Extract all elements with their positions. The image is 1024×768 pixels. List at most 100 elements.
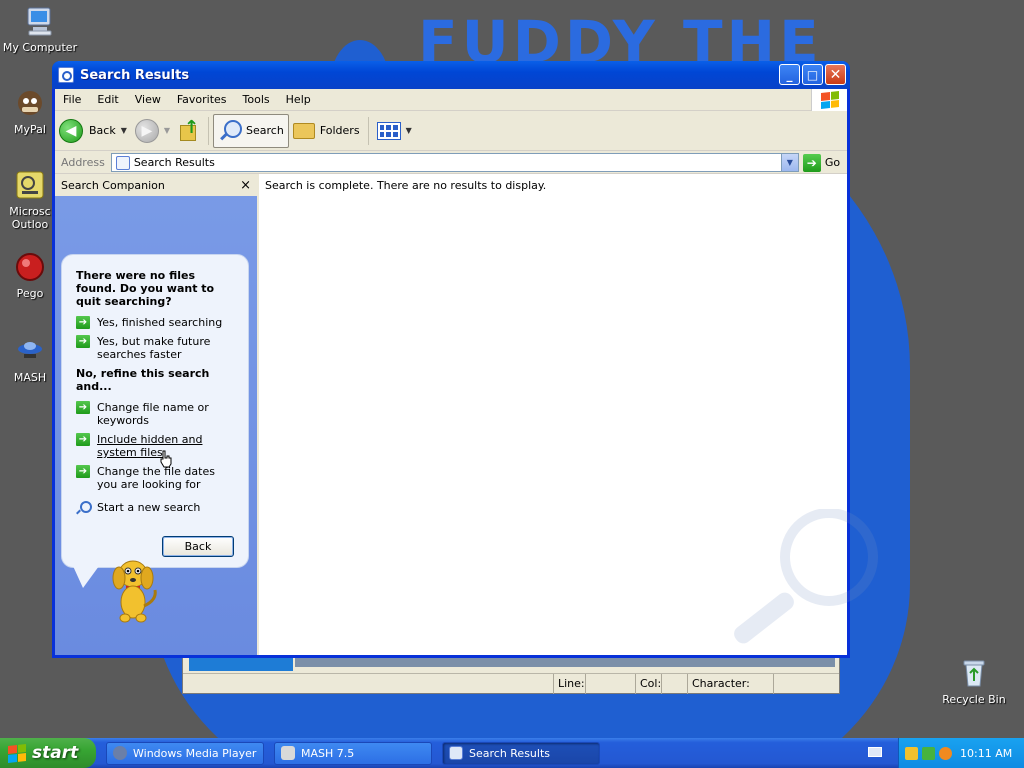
rover-dog-icon [112, 560, 157, 623]
system-tray: 10:11 AM [898, 738, 1024, 768]
desktop-icon-label: MASH [13, 371, 47, 384]
companion-back-button[interactable]: Back [162, 536, 234, 557]
chevron-down-icon[interactable]: ▼ [164, 126, 170, 135]
search-label: Search [246, 124, 284, 137]
task-mash[interactable]: MASH 7.5 [274, 741, 432, 765]
menu-tools[interactable]: Tools [235, 90, 278, 110]
chevron-down-icon[interactable]: ▼ [406, 126, 412, 135]
forward-toolbar-button[interactable]: ▶ ▼ [131, 114, 174, 148]
folder-icon [292, 122, 315, 139]
views-toolbar-button[interactable]: ▼ [373, 114, 416, 148]
bubble-tail [73, 566, 99, 588]
chevron-down-icon[interactable]: ▼ [121, 126, 127, 135]
windows-logo-icon [811, 89, 847, 111]
desktop-icon-outlook[interactable]: Microsc Outloo [0, 168, 60, 231]
search-companion-header: Search Companion × [55, 174, 257, 196]
search-icon[interactable] [939, 746, 952, 760]
green-arrow-icon: ➔ [76, 433, 90, 446]
option-yes-finished[interactable]: ➔ Yes, finished searching [76, 316, 238, 329]
task-windows-media-player[interactable]: Windows Media Player [106, 741, 264, 765]
results-pane[interactable]: Search is complete. There are no results… [259, 174, 878, 655]
title-buttons: _ □ ✕ [779, 64, 846, 85]
clock[interactable]: 10:11 AM [960, 747, 1012, 760]
windows-logo-icon [8, 743, 26, 763]
desktop-icon-recycle-bin[interactable]: Recycle Bin [934, 656, 1014, 706]
desktop-icon-label: MyPal [14, 123, 46, 136]
menu-edit[interactable]: Edit [89, 90, 126, 110]
address-input[interactable]: Search Results ▼ [110, 153, 799, 172]
status-character-label: Character: [687, 674, 773, 694]
toolbar-separator [208, 116, 210, 145]
green-arrow-icon: ➔ [76, 401, 90, 414]
address-label: Address [61, 156, 105, 169]
minimize-button[interactable]: _ [779, 64, 800, 85]
folders-toolbar-button[interactable]: Folders [289, 114, 364, 148]
option-yes-faster[interactable]: ➔ Yes, but make future searches faster [76, 335, 238, 361]
no-files-heading: There were no files found. Do you want t… [76, 269, 215, 308]
back-toolbar-button[interactable]: ◀ Back ▼ [55, 114, 131, 148]
option-label: Start a new search [97, 501, 201, 514]
task-label: Search Results [469, 746, 551, 760]
mypal-icon [13, 86, 47, 120]
task-search-results[interactable]: Search Results [442, 741, 600, 765]
search-toolbar-button[interactable]: Search [213, 113, 289, 148]
address-bar: Address Search Results ▼ ➔ Go [55, 152, 847, 174]
menu-file[interactable]: File [55, 90, 89, 110]
network-icon[interactable] [922, 746, 935, 760]
close-button[interactable]: ✕ [825, 64, 846, 85]
computer-icon [23, 4, 57, 38]
desktop-icon-mash[interactable]: MASH [0, 334, 60, 384]
maximize-button[interactable]: □ [802, 64, 823, 85]
hand-cursor-icon [160, 450, 172, 468]
desktop-icon-label: Microsc Outloo [9, 205, 51, 231]
desktop-icon-mypal[interactable]: MyPal [0, 86, 60, 136]
window-title: Search Results [80, 67, 190, 83]
desktop-icon-label: Recycle Bin [942, 693, 1006, 706]
desktop-icon-label: My Computer [2, 41, 78, 54]
task-label: Windows Media Player [133, 746, 257, 760]
option-label: Yes, but make future searches faster [97, 335, 211, 361]
search-results-page-icon [449, 746, 463, 760]
up-folder-button[interactable] [174, 114, 204, 148]
green-arrow-icon: ➔ [76, 335, 90, 348]
desktop-icon-pego[interactable]: Pego [0, 250, 60, 300]
keyboard-icon[interactable] [868, 747, 882, 757]
title-bar[interactable]: Search Results _ □ ✕ [52, 61, 850, 89]
start-button[interactable]: start [0, 738, 96, 768]
option-new-search[interactable]: Start a new search [76, 501, 238, 514]
menu-view[interactable]: View [127, 90, 169, 110]
back-label: Back [89, 124, 116, 137]
results-message: Search is complete. There are no results… [265, 179, 547, 192]
desktop-icon-my-computer[interactable]: My Computer [0, 4, 80, 54]
search-results-window-icon [58, 67, 74, 83]
toolbar-separator [367, 116, 369, 145]
option-change-dates[interactable]: ➔ Change the file dates you are looking … [76, 465, 238, 491]
mash-icon [281, 746, 295, 760]
green-arrow-icon: ➔ [76, 316, 90, 329]
task-label: MASH 7.5 [301, 746, 355, 760]
menu-help[interactable]: Help [278, 90, 319, 110]
option-include-hidden[interactable]: ➔ Include hidden and system files [76, 433, 238, 459]
search-icon [76, 501, 92, 514]
mash-icon [13, 334, 47, 368]
menu-favorites[interactable]: Favorites [169, 90, 235, 110]
status-line-label: Line: [553, 674, 585, 694]
go-button[interactable]: ➔ Go [802, 153, 840, 172]
option-label: Change file name or keywords [97, 401, 209, 427]
back-arrow-icon: ◀ [59, 118, 83, 143]
taskbar: start Windows Media Player MASH 7.5 Sear… [0, 738, 1024, 768]
close-icon[interactable]: × [240, 178, 251, 193]
menu-bar: File Edit View Favorites Tools Help [55, 89, 847, 111]
outlook-icon [13, 168, 47, 202]
security-shield-icon[interactable] [905, 746, 918, 760]
option-change-file-name[interactable]: ➔ Change file name or keywords [76, 401, 238, 427]
green-arrow-icon: ➔ [76, 465, 90, 478]
forward-arrow-icon: ▶ [134, 118, 159, 143]
search-results-window: Search Results _ □ ✕ File Edit View Favo… [52, 61, 878, 658]
option-label: Yes, finished searching [97, 316, 223, 329]
option-label: Change the file dates you are looking fo… [97, 465, 215, 491]
go-arrow-icon: ➔ [802, 153, 821, 172]
magnifier-watermark-icon [734, 509, 878, 644]
chevron-down-icon[interactable]: ▼ [780, 154, 798, 171]
standard-toolbar: ◀ Back ▼ ▶ ▼ Search Folders ▼ [55, 111, 847, 151]
